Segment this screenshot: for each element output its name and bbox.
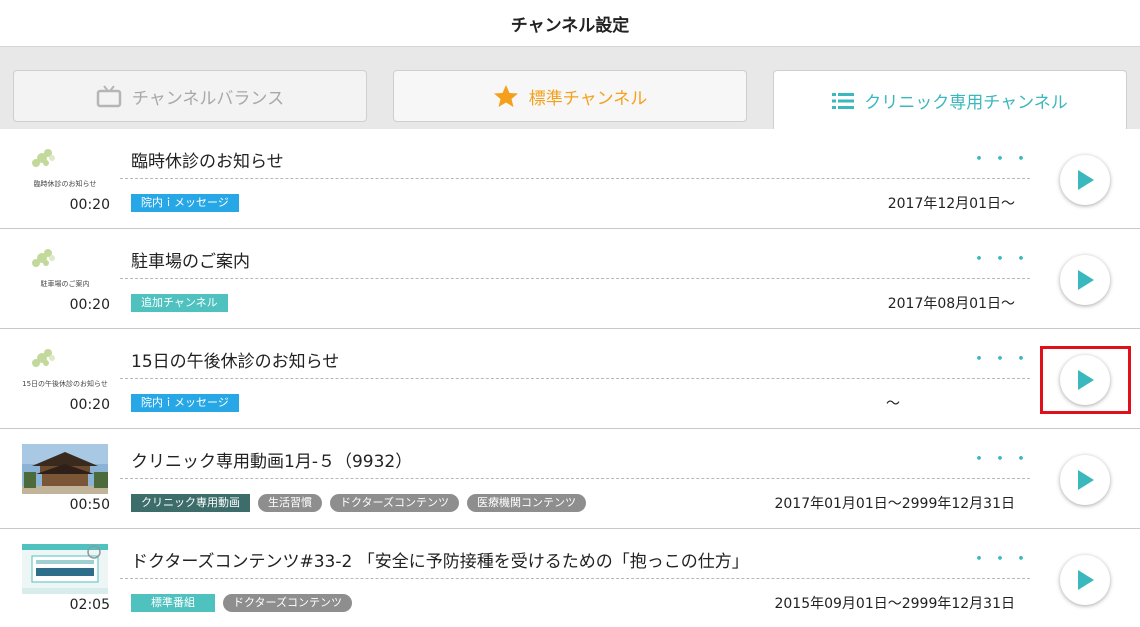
content-title: クリニック専用動画1月-５（9932） (131, 452, 413, 472)
content-title: 駐車場のご案内 (131, 252, 250, 272)
schedule-date: 2017年01月01日〜2999年12月31日 (774, 496, 1015, 512)
thumbnail-caption: 駐車場のご案内 (40, 280, 90, 288)
thumbnail: 駐車場のご案内 (22, 244, 108, 294)
duration: 00:20 (69, 297, 110, 313)
divider (120, 178, 1030, 179)
thumbnail: 15日の午後休診のお知らせ (22, 344, 108, 394)
tab-label: クリニック専用チャンネル (864, 93, 1068, 113)
tv-icon (96, 84, 122, 108)
list-item[interactable]: 00:50 クリニック専用動画1月-５（9932） ・・・ クリニック専用動画 … (0, 429, 1140, 529)
content-title: ドクターズコンテンツ#33-2 「安全に予防接種を受けるための「抱っこの仕方」 (131, 552, 749, 572)
duration: 00:20 (69, 397, 110, 413)
tag: 追加チャンネル (131, 294, 228, 312)
tab-channel-balance[interactable]: チャンネルバランス (13, 70, 367, 122)
tab-label: チャンネルバランス (131, 88, 285, 109)
star-icon (493, 84, 519, 108)
divider (120, 478, 1030, 479)
page-title: チャンネル設定 (510, 15, 630, 36)
tag-list: 標準番組 ドクターズコンテンツ (131, 594, 353, 612)
play-icon (1078, 170, 1094, 190)
play-button[interactable] (1060, 255, 1110, 305)
list-item[interactable]: 15日の午後休診のお知らせ 00:20 15日の午後休診のお知らせ ・・・ 院内… (0, 329, 1140, 429)
divider (120, 378, 1030, 379)
play-button[interactable] (1060, 455, 1110, 505)
tag: 生活習慣 (258, 494, 322, 512)
play-icon (1078, 270, 1094, 290)
schedule-date: 〜 (886, 396, 900, 412)
more-menu-icon[interactable]: ・・・ (970, 145, 1033, 171)
more-menu-icon[interactable]: ・・・ (970, 345, 1033, 371)
list-item[interactable]: 02:05 ドクターズコンテンツ#33-2 「安全に予防接種を受けるための「抱っ… (0, 529, 1140, 627)
thumbnail (22, 444, 108, 494)
duration: 00:20 (69, 197, 110, 213)
tab-label: 標準チャンネル (528, 88, 648, 109)
duration: 00:50 (69, 497, 110, 513)
tag-list: 院内ｉメッセージ (131, 194, 239, 212)
schedule-date: 2015年09月01日〜2999年12月31日 (774, 596, 1015, 612)
tag: 院内ｉメッセージ (131, 394, 239, 412)
content-title: 臨時休診のお知らせ (131, 152, 284, 172)
header: チャンネル設定 (0, 0, 1140, 47)
tab-standard-channel[interactable]: 標準チャンネル (393, 70, 747, 122)
duration: 02:05 (69, 597, 110, 613)
play-button[interactable] (1060, 155, 1110, 205)
play-icon (1078, 570, 1094, 590)
schedule-date: 2017年08月01日〜 (887, 296, 1015, 312)
more-menu-icon[interactable]: ・・・ (970, 445, 1033, 471)
tag-list: 追加チャンネル (131, 294, 228, 312)
list-item[interactable]: 臨時休診のお知らせ 00:20 臨時休診のお知らせ ・・・ 院内ｉメッセージ 2… (0, 129, 1140, 229)
content-title: 15日の午後休診のお知らせ (131, 352, 340, 372)
divider (120, 278, 1030, 279)
tag: ドクターズコンテンツ (330, 494, 460, 512)
play-button[interactable] (1060, 555, 1110, 605)
list-item[interactable]: 駐車場のご案内 00:20 駐車場のご案内 ・・・ 追加チャンネル 2017年0… (0, 229, 1140, 329)
play-icon (1078, 470, 1094, 490)
thumbnail-caption: 臨時休診のお知らせ (33, 180, 97, 188)
tag-list: クリニック専用動画 生活習慣 ドクターズコンテンツ 医療機関コンテンツ (131, 494, 587, 512)
tag: クリニック専用動画 (131, 494, 250, 512)
tag: 標準番組 (131, 594, 215, 612)
thumbnail (22, 544, 108, 594)
tab-bar: チャンネルバランス 標準チャンネル クリニック専用チャンネル (0, 47, 1140, 130)
tag: 院内ｉメッセージ (131, 194, 239, 212)
more-menu-icon[interactable]: ・・・ (970, 245, 1033, 271)
thumbnail: 臨時休診のお知らせ (22, 144, 108, 194)
schedule-date: 2017年12月01日〜 (887, 196, 1015, 212)
highlight-box (1040, 346, 1131, 414)
tag-list: 院内ｉメッセージ (131, 394, 239, 412)
list-icon (832, 92, 855, 110)
tag: 医療機関コンテンツ (467, 494, 587, 512)
tab-clinic-channel[interactable]: クリニック専用チャンネル (773, 70, 1127, 130)
divider (120, 578, 1030, 579)
more-menu-icon[interactable]: ・・・ (970, 545, 1033, 571)
thumbnail-caption: 15日の午後休診のお知らせ (22, 380, 108, 388)
tag: ドクターズコンテンツ (223, 594, 353, 612)
